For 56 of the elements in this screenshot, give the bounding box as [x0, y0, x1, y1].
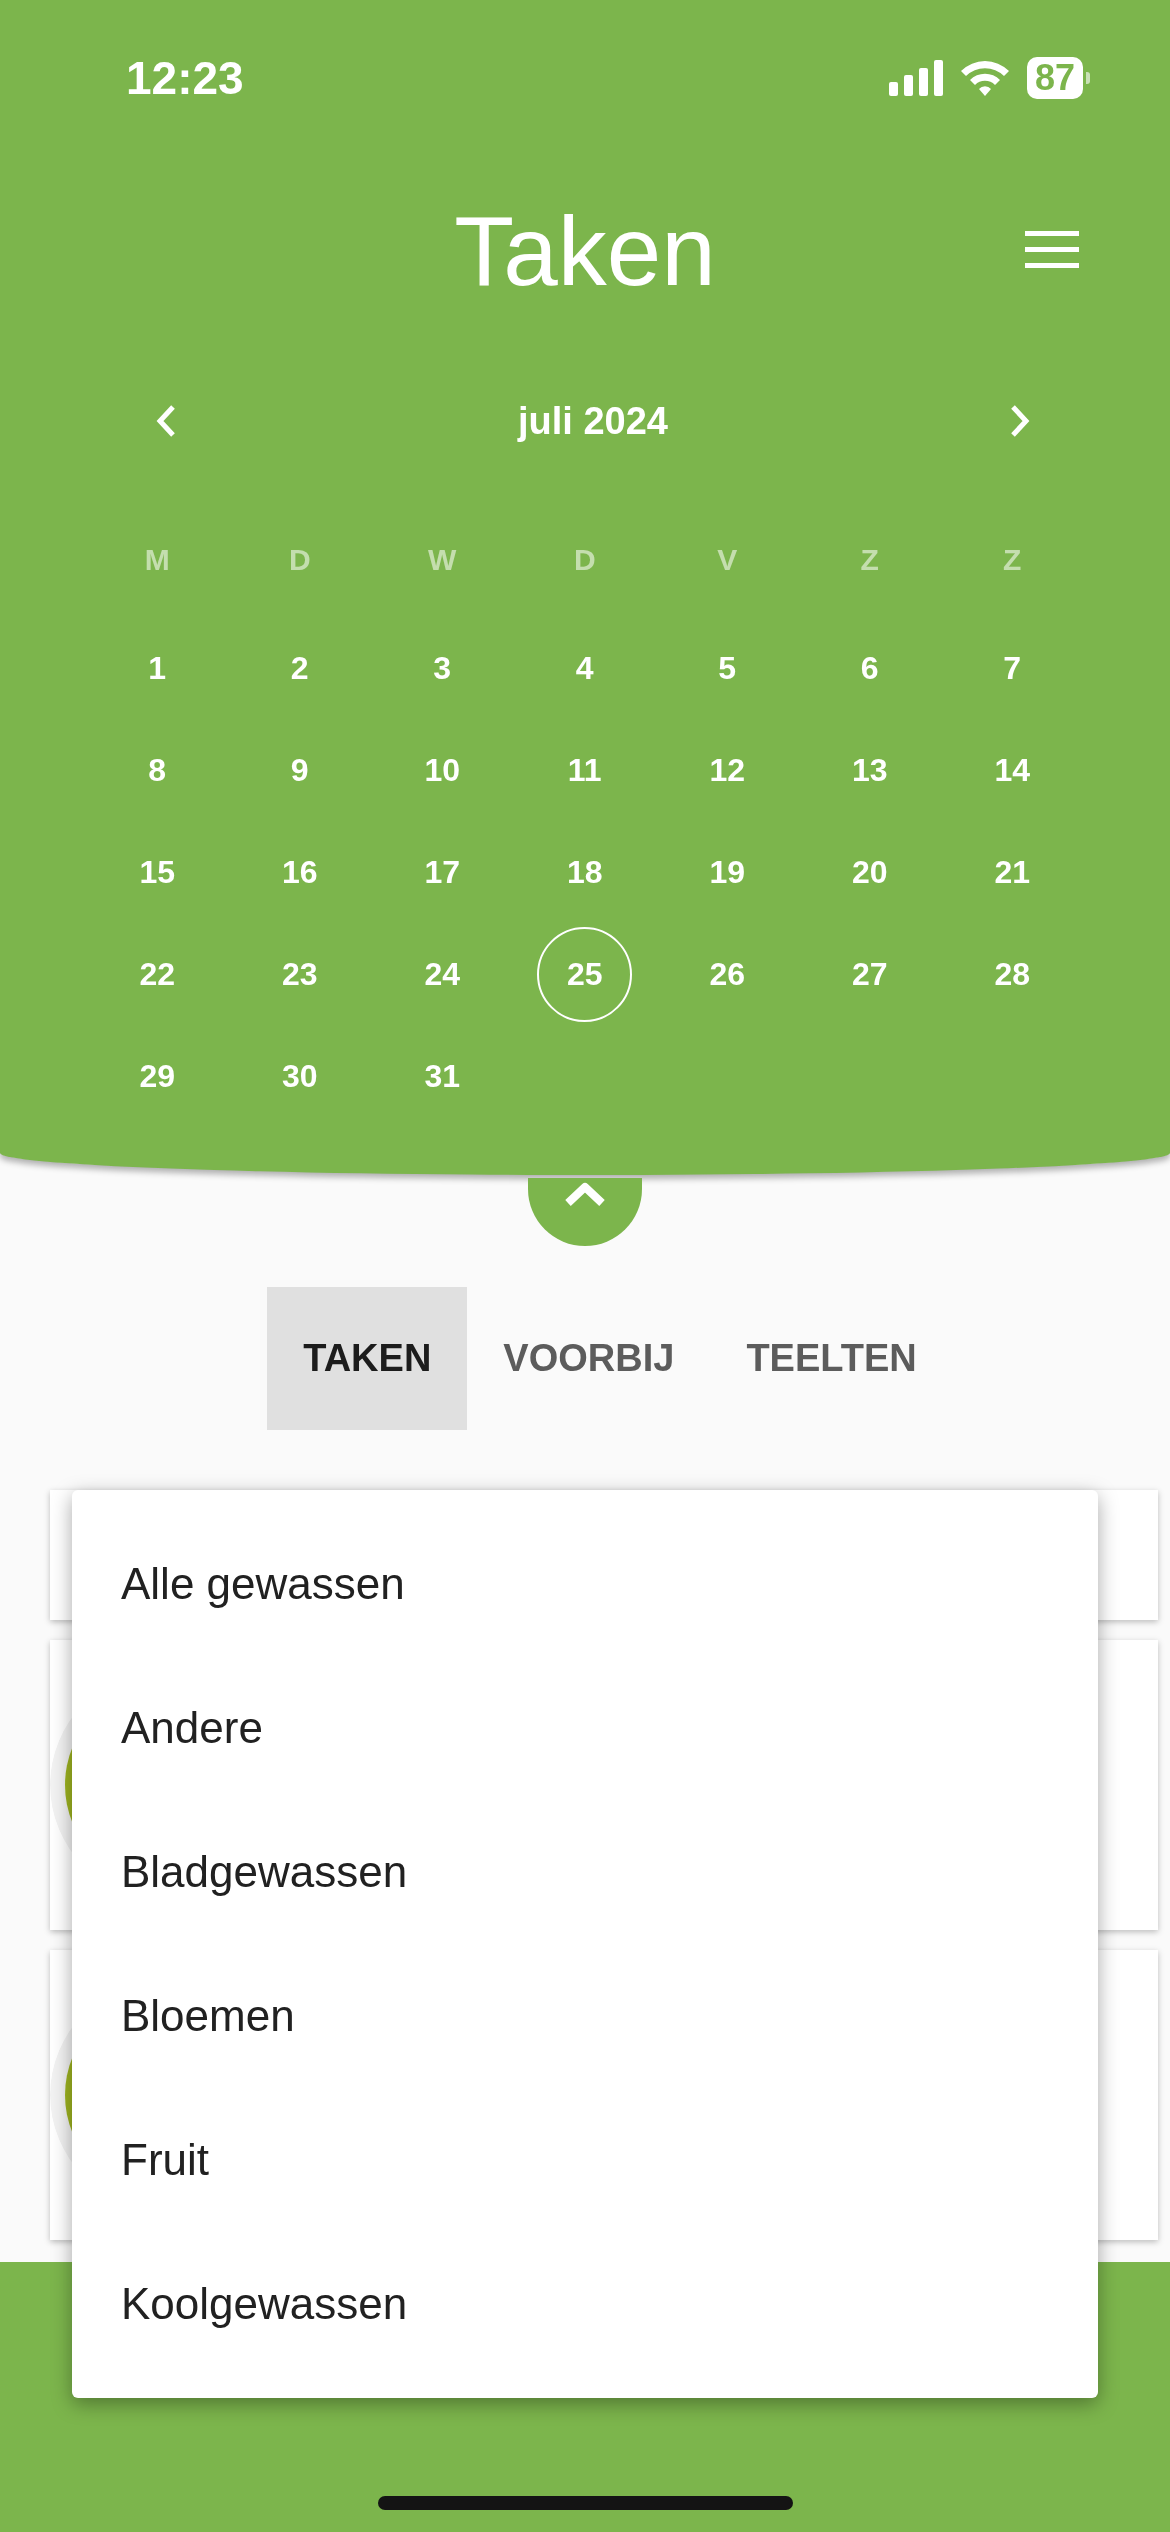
battery-level: 87 — [1026, 57, 1083, 99]
calendar-day[interactable]: 28 — [964, 926, 1060, 1022]
dropdown-option[interactable]: Andere — [72, 1656, 1098, 1800]
calendar-day[interactable]: 4 — [537, 620, 633, 716]
calendar-day[interactable]: 10 — [394, 722, 490, 818]
calendar-day[interactable]: 9 — [252, 722, 348, 818]
menu-icon[interactable] — [1025, 231, 1079, 269]
calendar-day[interactable]: 7 — [964, 620, 1060, 716]
calendar-day[interactable]: 5 — [679, 620, 775, 716]
next-month-icon[interactable] — [1008, 403, 1032, 439]
calendar-day[interactable]: 6 — [822, 620, 918, 716]
calendar-day[interactable]: 2 — [252, 620, 348, 716]
dropdown-option[interactable]: Koolgewassen — [72, 2232, 1098, 2376]
calendar-day[interactable]: 23 — [252, 926, 348, 1022]
dropdown-option[interactable]: Fruit — [72, 2088, 1098, 2232]
signal-icon — [888, 60, 943, 96]
calendar-day[interactable]: 17 — [394, 824, 490, 920]
calendar-day[interactable]: 20 — [822, 824, 918, 920]
weekday-label: M — [143, 542, 171, 578]
calendar-day[interactable]: 11 — [537, 722, 633, 818]
dropdown-option[interactable]: Alle gewassen — [72, 1512, 1098, 1656]
calendar-day[interactable]: 1 — [109, 620, 205, 716]
weekday-label: Z — [1002, 542, 1023, 578]
calendar-day[interactable]: 26 — [679, 926, 775, 1022]
calendar-day[interactable]: 18 — [537, 824, 633, 920]
month-label: juli 2024 — [518, 399, 668, 443]
page-title: Taken — [454, 194, 716, 308]
calendar-day[interactable]: 14 — [964, 722, 1060, 818]
tab[interactable]: TEELTEN — [710, 1287, 953, 1430]
calendar-day[interactable]: 3 — [394, 620, 490, 716]
previous-month-icon[interactable] — [154, 403, 178, 439]
weekday-label: Z — [859, 542, 880, 578]
weekday-label: D — [287, 542, 312, 578]
calendar-day[interactable]: 25 — [537, 926, 633, 1022]
weekday-label: W — [427, 542, 458, 578]
calendar-day[interactable]: 30 — [252, 1028, 348, 1124]
calendar-day[interactable]: 29 — [109, 1028, 205, 1124]
calendar-day[interactable]: 15 — [109, 824, 205, 920]
weekday-label: V — [716, 542, 739, 578]
calendar-day[interactable]: 8 — [109, 722, 205, 818]
calendar-day[interactable]: 13 — [822, 722, 918, 818]
calendar-day[interactable]: 22 — [109, 926, 205, 1022]
calendar-day[interactable]: 16 — [252, 824, 348, 920]
calendar-day[interactable]: 19 — [679, 824, 775, 920]
dropdown-option[interactable]: Bloemen — [72, 1944, 1098, 2088]
chevron-up-icon — [563, 1180, 607, 1208]
calendar-day[interactable]: 24 — [394, 926, 490, 1022]
status-time: 12:23 — [126, 51, 244, 105]
tab[interactable]: VOORBIJ — [467, 1287, 711, 1430]
weekday-label: D — [572, 542, 597, 578]
tab[interactable]: TAKEN — [267, 1287, 468, 1430]
calendar-day[interactable]: 12 — [679, 722, 775, 818]
dropdown-option[interactable]: Bladgewassen — [72, 1800, 1098, 1944]
calendar-day[interactable]: 31 — [394, 1028, 490, 1124]
calendar-day[interactable]: 21 — [964, 824, 1060, 920]
calendar-day[interactable]: 27 — [822, 926, 918, 1022]
